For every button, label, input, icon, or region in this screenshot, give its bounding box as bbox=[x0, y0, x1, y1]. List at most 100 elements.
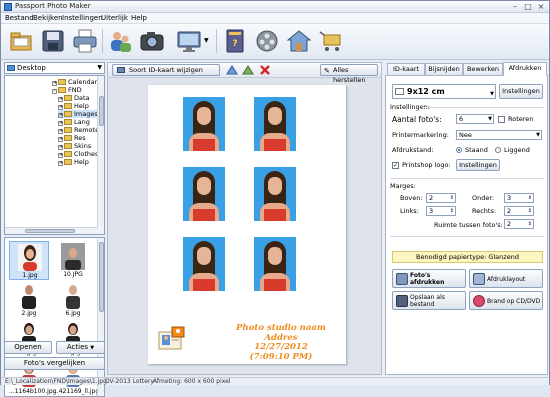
title-bar: Passport Photo Maker – □ × bbox=[1, 1, 549, 13]
menu-bestand[interactable]: Bestand bbox=[5, 14, 34, 22]
menu-help[interactable]: Help bbox=[131, 14, 147, 22]
open-folder-icon[interactable] bbox=[7, 27, 35, 55]
tree-item[interactable]: + Clothes bbox=[58, 150, 98, 158]
film-reel-icon[interactable] bbox=[253, 27, 281, 55]
margin-right-field[interactable]: 2 ⇕ bbox=[504, 206, 534, 216]
landscape-radio[interactable] bbox=[495, 147, 501, 153]
tab-bar: ID-kaart Bijsnijden Bewerken Afdrukken bbox=[385, 62, 548, 76]
folder-icon bbox=[58, 87, 66, 93]
tree-item[interactable]: + Res bbox=[58, 134, 86, 142]
camera-icon[interactable] bbox=[138, 27, 166, 55]
margin-bottom-label: Onder: bbox=[472, 194, 495, 202]
margin-left-field[interactable]: 3 ⇕ bbox=[426, 206, 456, 216]
book-icon[interactable]: ? bbox=[221, 27, 249, 55]
tab-print[interactable]: Afdrukken bbox=[503, 62, 547, 76]
close-button[interactable]: × bbox=[535, 2, 547, 12]
faces-icon[interactable] bbox=[106, 27, 134, 55]
burn-cd-button[interactable]: Brand op CD/DVD bbox=[469, 291, 543, 310]
spinner-icon: ⇕ bbox=[449, 208, 454, 214]
print-layout-button[interactable]: Afdruklayout bbox=[469, 269, 543, 288]
rotate-right-icon[interactable] bbox=[242, 64, 254, 76]
change-id-type-button[interactable]: Soort ID-kaart wijzigen bbox=[112, 64, 220, 76]
left-panel: Desktop ▼ +Calendar 7.0 -FND +Data +Help… bbox=[4, 62, 105, 397]
maximize-button[interactable]: □ bbox=[522, 2, 534, 12]
tab-edit[interactable]: Bewerken bbox=[463, 63, 503, 75]
studio-logo-icon bbox=[158, 326, 186, 354]
cart-icon[interactable] bbox=[317, 27, 345, 55]
tree-scrollbar[interactable] bbox=[97, 76, 104, 234]
portrait-label: Staand bbox=[465, 146, 488, 154]
spinner-icon: ⇕ bbox=[449, 195, 454, 201]
actions-button[interactable]: Acties ▼ bbox=[56, 341, 105, 354]
status-size: Afmeting: 600 x 600 pixel bbox=[153, 378, 231, 385]
compare-photos-button[interactable]: Foto's vergelijken bbox=[4, 357, 105, 370]
thumbnail-item[interactable]: 2.jpg bbox=[9, 280, 49, 319]
thumbnail-item[interactable]: 1.jpg bbox=[9, 241, 49, 280]
save-icon[interactable] bbox=[39, 27, 67, 55]
folder-icon bbox=[64, 119, 72, 125]
spinner-icon: ⇕ bbox=[527, 195, 532, 201]
monitor-icon[interactable] bbox=[175, 27, 203, 55]
photo-count-select[interactable]: 6 ▼ bbox=[456, 114, 494, 124]
location-combo[interactable]: Desktop ▼ bbox=[4, 62, 105, 74]
printshop-logo-checkbox[interactable]: ✓ bbox=[392, 162, 399, 169]
printer-mark-select[interactable]: Nee ▼ bbox=[456, 130, 542, 140]
home-icon[interactable] bbox=[285, 27, 313, 55]
delete-icon[interactable] bbox=[259, 64, 271, 76]
tree-hscrollbar[interactable] bbox=[5, 227, 98, 234]
passport-photo bbox=[183, 167, 225, 221]
monitor-dropdown-icon[interactable]: ▼ bbox=[204, 27, 212, 55]
minimize-button[interactable]: – bbox=[509, 2, 521, 12]
print-settings-panel: 9x12 cm ▼ Instellingen Instellingen: Aan… bbox=[385, 75, 548, 375]
thumbnail-item[interactable]: 6.jpg bbox=[53, 280, 93, 319]
portrait-radio[interactable] bbox=[456, 147, 462, 153]
margin-top-field[interactable]: 2 ⇕ bbox=[426, 193, 456, 203]
status-path: E:\_Localization\FND\Images\1.jpg bbox=[5, 378, 107, 385]
folder-tree[interactable]: +Calendar 7.0 -FND +Data +Help +Images +… bbox=[4, 75, 105, 235]
app-icon bbox=[4, 3, 12, 11]
printshop-logo-label: Printshop logo: bbox=[402, 161, 451, 169]
printshop-settings-button[interactable]: Instellingen bbox=[456, 159, 500, 171]
paper-type-banner: Benodigd papiertype: Glanzend bbox=[392, 251, 543, 263]
reset-all-button[interactable]: ✎ Alles herstellen bbox=[320, 64, 378, 84]
folder-icon bbox=[64, 151, 72, 157]
thumbnail-list[interactable]: 1.jpg 10.JPG 2.jpg 6.jpg 8.jpg 9.jpg bbox=[4, 237, 105, 397]
paper-settings-button[interactable]: Instellingen bbox=[499, 84, 543, 99]
folder-icon bbox=[64, 103, 72, 109]
menu-instellingen[interactable]: Instellingen bbox=[62, 14, 103, 22]
tab-crop[interactable]: Bijsnijden bbox=[425, 63, 463, 75]
margin-bottom-field[interactable]: 3 ⇕ bbox=[504, 193, 534, 203]
tree-item[interactable]: + Remote bbox=[58, 126, 99, 134]
tree-item[interactable]: + Data bbox=[58, 94, 90, 102]
menu-bekijken[interactable]: Bekijken bbox=[33, 14, 63, 22]
tree-item[interactable]: - FND bbox=[52, 86, 82, 94]
tab-id-card[interactable]: ID-kaart bbox=[387, 63, 425, 75]
thumbnail-item[interactable]: 10.JPG bbox=[53, 241, 93, 280]
studio-time: (7:09:10 PM) bbox=[249, 351, 313, 362]
rotate-left-icon[interactable] bbox=[226, 64, 238, 76]
rotate-label: Roteren bbox=[508, 115, 534, 123]
margin-right-label: Rechts: bbox=[472, 207, 497, 215]
tree-item[interactable]: + Help bbox=[58, 158, 89, 166]
tree-item[interactable]: + Help bbox=[58, 102, 89, 110]
brush-icon: ✎ bbox=[324, 67, 330, 75]
menu-uiterlijk[interactable]: Uiterlijk bbox=[101, 14, 128, 22]
tree-item-selected[interactable]: + Images bbox=[58, 110, 98, 118]
status-lottery: DV-2013 Lottery bbox=[105, 378, 154, 385]
print-icon[interactable] bbox=[71, 27, 99, 55]
print-sheet[interactable]: Photo studio naam Addres 12/27/2012 (7:0… bbox=[148, 85, 346, 364]
thumbnail-scrollbar[interactable] bbox=[97, 238, 104, 396]
folder-icon bbox=[64, 135, 72, 141]
passport-photo bbox=[183, 237, 225, 291]
desktop-icon bbox=[7, 65, 15, 71]
save-as-file-button[interactable]: Opslaan als bestand bbox=[392, 291, 466, 310]
spacing-field[interactable]: 2 ⇕ bbox=[504, 219, 534, 229]
paper-icon bbox=[395, 88, 404, 95]
chevron-down-icon: ▼ bbox=[488, 116, 492, 122]
print-photos-button[interactable]: Foto's afdrukken bbox=[392, 269, 466, 288]
tree-item[interactable]: + Skins bbox=[58, 142, 91, 150]
rotate-checkbox[interactable] bbox=[498, 116, 505, 123]
paper-size-select[interactable]: 9x12 cm ▼ bbox=[392, 84, 496, 99]
tree-item[interactable]: + Lang bbox=[58, 118, 90, 126]
open-button[interactable]: Openen bbox=[4, 341, 52, 354]
